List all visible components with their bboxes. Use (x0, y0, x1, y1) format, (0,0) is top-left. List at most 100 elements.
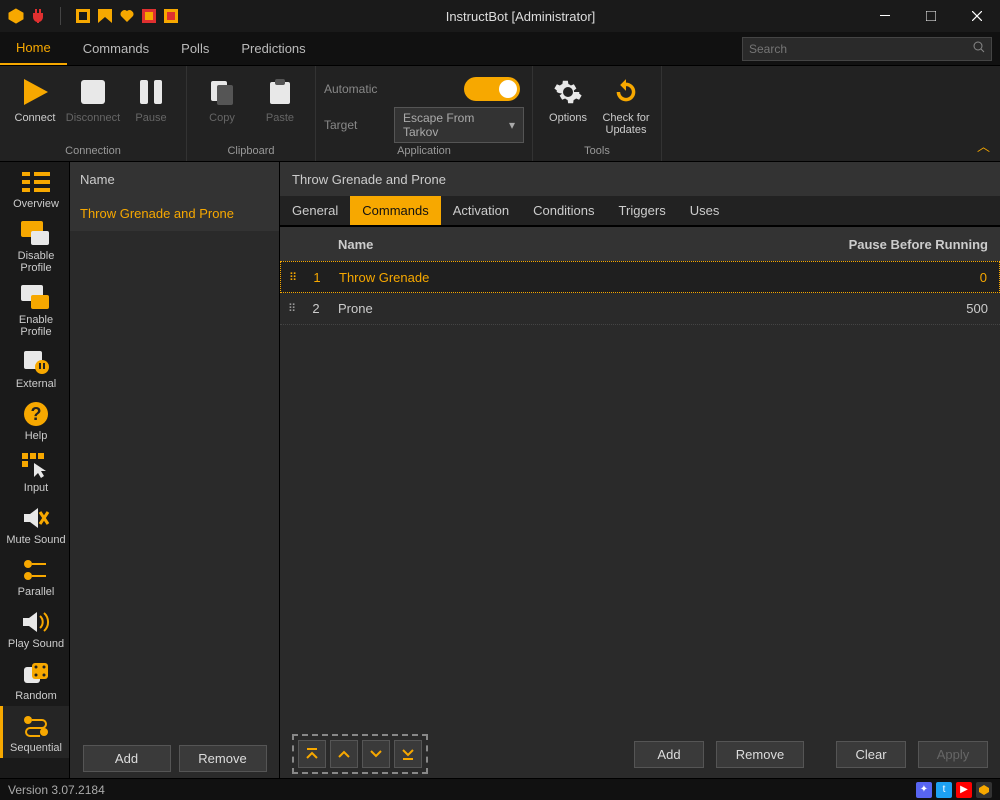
pause-button[interactable]: Pause (124, 70, 178, 124)
youtube-icon[interactable]: ▶ (956, 782, 972, 798)
command-grid: Name Pause Before Running ⠿ 1 Throw Gren… (280, 226, 1000, 730)
disconnect-button[interactable]: Disconnect (66, 70, 120, 124)
twitter-icon[interactable]: t (936, 782, 952, 798)
minimize-button[interactable] (862, 0, 908, 32)
sidebar-item-label: Enable Profile (5, 314, 67, 338)
updates-label: Check for Updates (599, 112, 653, 136)
ribbon-collapse-icon[interactable]: ︿ (977, 136, 990, 155)
sidebar-item-label: Input (24, 482, 48, 494)
gear-icon (552, 76, 584, 108)
sidebar-item-input[interactable]: Input (0, 446, 69, 498)
menu-commands[interactable]: Commands (67, 32, 165, 65)
detail-add-button[interactable]: Add (634, 741, 704, 768)
copy-button[interactable]: Copy (195, 70, 249, 124)
window-title: InstructBot [Administrator] (179, 9, 862, 24)
connect-label: Connect (15, 112, 56, 124)
target-dropdown[interactable]: Escape From Tarkov ▾ (394, 107, 524, 143)
paste-button[interactable]: Paste (253, 70, 307, 124)
title-bar: InstructBot [Administrator] (0, 0, 1000, 32)
sidebar-item-overview[interactable]: Overview (0, 162, 69, 214)
menu-home[interactable]: Home (0, 32, 67, 65)
tab-activation[interactable]: Activation (441, 196, 521, 225)
clipboard-group-label: Clipboard (227, 143, 274, 159)
list-panel: Name Throw Grenade and Prone Add Remove (70, 162, 280, 778)
tab-conditions[interactable]: Conditions (521, 196, 606, 225)
version-text: Version 3.07.2184 (8, 783, 105, 797)
tab-uses[interactable]: Uses (678, 196, 732, 225)
move-top-button[interactable] (298, 740, 326, 768)
sidebar-item-sequential[interactable]: Sequential (0, 706, 69, 758)
connect-button[interactable]: Connect (8, 70, 62, 124)
menu-predictions[interactable]: Predictions (225, 32, 321, 65)
detail-apply-button[interactable]: Apply (918, 741, 988, 768)
qa-icon-5[interactable] (163, 8, 179, 24)
tab-commands[interactable]: Commands (350, 196, 440, 225)
ribbon: Connect Disconnect Pause Connection Copy (0, 66, 1000, 162)
move-up-button[interactable] (330, 740, 358, 768)
sidebar-item-disable-profile[interactable]: Disable Profile (0, 214, 69, 278)
tab-triggers[interactable]: Triggers (607, 196, 678, 225)
row-pause: 500 (840, 301, 1000, 316)
refresh-icon (610, 76, 642, 108)
list-item[interactable]: Throw Grenade and Prone (70, 196, 279, 231)
row-name: Throw Grenade (329, 270, 839, 285)
input-icon (21, 451, 51, 481)
options-button[interactable]: Options (541, 70, 595, 124)
tab-general[interactable]: General (280, 196, 350, 225)
sidebar-item-external[interactable]: External (0, 342, 69, 394)
menu-bar: Home Commands Polls Predictions (0, 32, 1000, 66)
application-group-label: Application (397, 143, 451, 159)
sidebar-item-help[interactable]: ?Help (0, 394, 69, 446)
sidebar-item-label: Overview (13, 198, 59, 210)
row-index: 1 (305, 270, 329, 285)
detail-remove-button[interactable]: Remove (716, 741, 804, 768)
sidebar-item-parallel[interactable]: Parallel (0, 550, 69, 602)
search-input[interactable] (749, 42, 973, 56)
grid-col-name[interactable]: Name (328, 237, 840, 252)
plug-icon (30, 8, 46, 24)
search-box[interactable] (742, 37, 992, 61)
tools-group-label: Tools (584, 143, 610, 159)
grid-col-pause[interactable]: Pause Before Running (840, 237, 1000, 252)
discord-icon[interactable]: ✦ (916, 782, 932, 798)
paste-label: Paste (266, 112, 294, 124)
move-bottom-button[interactable] (394, 740, 422, 768)
table-row[interactable]: ⠿ 2 Prone 500 (280, 293, 1000, 325)
copy-label: Copy (209, 112, 235, 124)
svg-text:?: ? (31, 404, 42, 424)
paste-icon (264, 76, 296, 108)
detail-clear-button[interactable]: Clear (836, 741, 906, 768)
sidebar-item-enable-profile[interactable]: Enable Profile (0, 278, 69, 342)
close-button[interactable] (954, 0, 1000, 32)
qa-icon-2[interactable] (97, 8, 113, 24)
menu-polls[interactable]: Polls (165, 32, 225, 65)
maximize-button[interactable] (908, 0, 954, 32)
disconnect-label: Disconnect (66, 112, 120, 124)
dice-icon (21, 659, 51, 689)
qa-icon-1[interactable] (75, 8, 91, 24)
sidebar-item-random[interactable]: Random (0, 654, 69, 706)
drag-handle-icon[interactable]: ⠿ (281, 271, 305, 284)
qa-icon-3[interactable] (119, 8, 135, 24)
row-index: 2 (304, 301, 328, 316)
qa-icon-4[interactable] (141, 8, 157, 24)
pause-label: Pause (135, 112, 166, 124)
chevron-down-icon: ▾ (509, 118, 515, 132)
sidebar: Overview Disable Profile Enable Profile … (0, 162, 70, 778)
automatic-toggle[interactable] (464, 77, 520, 101)
list-add-button[interactable]: Add (83, 745, 171, 772)
check-updates-button[interactable]: Check for Updates (599, 70, 653, 136)
sidebar-item-mute-sound[interactable]: Mute Sound (0, 498, 69, 550)
sidebar-item-label: Mute Sound (6, 534, 65, 546)
target-value: Escape From Tarkov (403, 111, 509, 139)
table-row[interactable]: ⠿ 1 Throw Grenade 0 (280, 261, 1000, 293)
list-remove-button[interactable]: Remove (179, 745, 267, 772)
sidebar-item-label: Parallel (18, 586, 55, 598)
brand-icon[interactable] (976, 782, 992, 798)
sidebar-item-play-sound[interactable]: Play Sound (0, 602, 69, 654)
drag-handle-icon[interactable]: ⠿ (280, 302, 304, 315)
external-icon (21, 347, 51, 377)
move-down-button[interactable] (362, 740, 390, 768)
play-icon (19, 76, 51, 108)
parallel-icon (21, 555, 51, 585)
